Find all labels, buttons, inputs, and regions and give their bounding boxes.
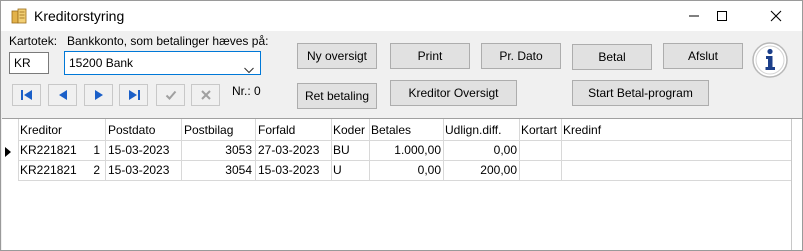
header-kreditor[interactable]: Kreditor bbox=[18, 121, 106, 140]
kartotek-label: Kartotek: bbox=[9, 34, 58, 48]
grid-line bbox=[18, 119, 19, 181]
header-kortart[interactable]: Kortart bbox=[519, 121, 561, 140]
cell-forfald: 15-03-2023 bbox=[258, 163, 320, 177]
first-record-button[interactable] bbox=[12, 84, 41, 106]
checkmark-icon bbox=[165, 90, 176, 100]
cell-postdato: 15-03-2023 bbox=[108, 163, 170, 177]
table-row[interactable]: KR221821 1 15-03-2023 3053 27-03-2023 BU… bbox=[2, 141, 792, 160]
afslut-button[interactable]: Afslut bbox=[663, 43, 743, 69]
cell-betales: 1.000,00 bbox=[394, 143, 441, 157]
grid-line bbox=[369, 119, 370, 181]
previous-record-button[interactable] bbox=[48, 84, 77, 106]
chevron-down-icon[interactable] bbox=[244, 59, 254, 81]
first-icon bbox=[20, 90, 32, 100]
cancel-button[interactable] bbox=[191, 84, 220, 106]
cell-kortart bbox=[519, 141, 561, 160]
cell-kredinf bbox=[561, 161, 661, 180]
app-window: Kreditorstyring Kartotek: Bankkonto, som… bbox=[0, 0, 803, 251]
header-betales[interactable]: Betales bbox=[369, 121, 443, 140]
table-header-row: Kreditor Postdato Postbilag Forfald Kode… bbox=[2, 121, 792, 140]
close-button[interactable] bbox=[753, 1, 799, 31]
cell-kreditor: KR221821 bbox=[20, 143, 77, 157]
info-button[interactable] bbox=[751, 41, 789, 79]
cell-kredinf bbox=[561, 141, 661, 160]
start-betal-program-button[interactable]: Start Betal-program bbox=[572, 80, 709, 106]
cell-postbilag: 3054 bbox=[225, 163, 252, 177]
cell-koder: BU bbox=[333, 143, 350, 157]
close-icon bbox=[770, 10, 782, 22]
cell-kortart bbox=[519, 161, 561, 180]
cell-betales: 0,00 bbox=[417, 163, 441, 177]
cell-nr: 1 bbox=[93, 143, 100, 157]
next-record-button[interactable] bbox=[84, 84, 113, 106]
grid-line bbox=[519, 119, 520, 181]
header-koder[interactable]: Koder bbox=[331, 121, 369, 140]
cancel-icon bbox=[200, 90, 211, 100]
bankkonto-select[interactable]: 15200 Bank bbox=[64, 51, 261, 75]
bankkonto-value: 15200 Bank bbox=[69, 56, 134, 70]
grid-line bbox=[181, 119, 182, 181]
header-udlign[interactable]: Udlign.diff. bbox=[443, 121, 519, 140]
creditor-table: Kreditor Postdato Postbilag Forfald Kode… bbox=[2, 118, 802, 250]
kartotek-field[interactable]: KR bbox=[9, 52, 49, 74]
grid-right-border bbox=[791, 119, 792, 250]
grid-line bbox=[105, 119, 106, 181]
last-record-button[interactable] bbox=[119, 84, 148, 106]
maximize-button[interactable] bbox=[699, 1, 745, 31]
post-button[interactable] bbox=[156, 84, 185, 106]
header-kredinf[interactable]: Kredinf bbox=[561, 121, 661, 140]
cell-forfald: 27-03-2023 bbox=[258, 143, 320, 157]
cell-udlign: 200,00 bbox=[480, 163, 517, 177]
header-postbilag[interactable]: Postbilag bbox=[182, 121, 254, 140]
app-icon bbox=[11, 8, 27, 24]
cell-postbilag: 3053 bbox=[225, 143, 252, 157]
print-button[interactable]: Print bbox=[390, 43, 470, 69]
title-bar: Kreditorstyring bbox=[1, 1, 802, 31]
last-icon bbox=[128, 90, 140, 100]
header-forfald[interactable]: Forfald bbox=[256, 121, 331, 140]
cell-postdato: 15-03-2023 bbox=[108, 143, 170, 157]
bankkonto-label: Bankkonto, som betalinger hæves på: bbox=[67, 34, 269, 48]
table-row[interactable]: KR221821 2 15-03-2023 3054 15-03-2023 U … bbox=[2, 161, 792, 180]
ny-oversigt-button[interactable]: Ny oversigt bbox=[297, 43, 377, 69]
pr-dato-button[interactable]: Pr. Dato bbox=[481, 43, 561, 69]
grid-line bbox=[255, 119, 256, 181]
grid-line bbox=[331, 119, 332, 181]
header-postdato[interactable]: Postdato bbox=[106, 121, 182, 140]
betal-button[interactable]: Betal bbox=[572, 44, 652, 70]
grid-line bbox=[561, 119, 562, 181]
ret-betaling-button[interactable]: Ret betaling bbox=[297, 83, 377, 109]
info-icon bbox=[752, 42, 788, 78]
grid-line bbox=[443, 119, 444, 181]
cell-nr: 2 bbox=[93, 163, 100, 177]
cell-udlign: 0,00 bbox=[493, 143, 517, 157]
window-title: Kreditorstyring bbox=[34, 8, 125, 24]
current-row-indicator-icon bbox=[5, 146, 12, 160]
next-icon bbox=[94, 90, 103, 100]
grid-line bbox=[18, 180, 792, 181]
cell-kreditor: KR221821 bbox=[20, 163, 77, 177]
cell-koder: U bbox=[333, 163, 342, 177]
prev-icon bbox=[58, 90, 67, 100]
record-number-label: Nr.: 0 bbox=[232, 84, 261, 98]
maximize-icon bbox=[717, 11, 727, 21]
kreditor-oversigt-button[interactable]: Kreditor Oversigt bbox=[390, 80, 517, 106]
